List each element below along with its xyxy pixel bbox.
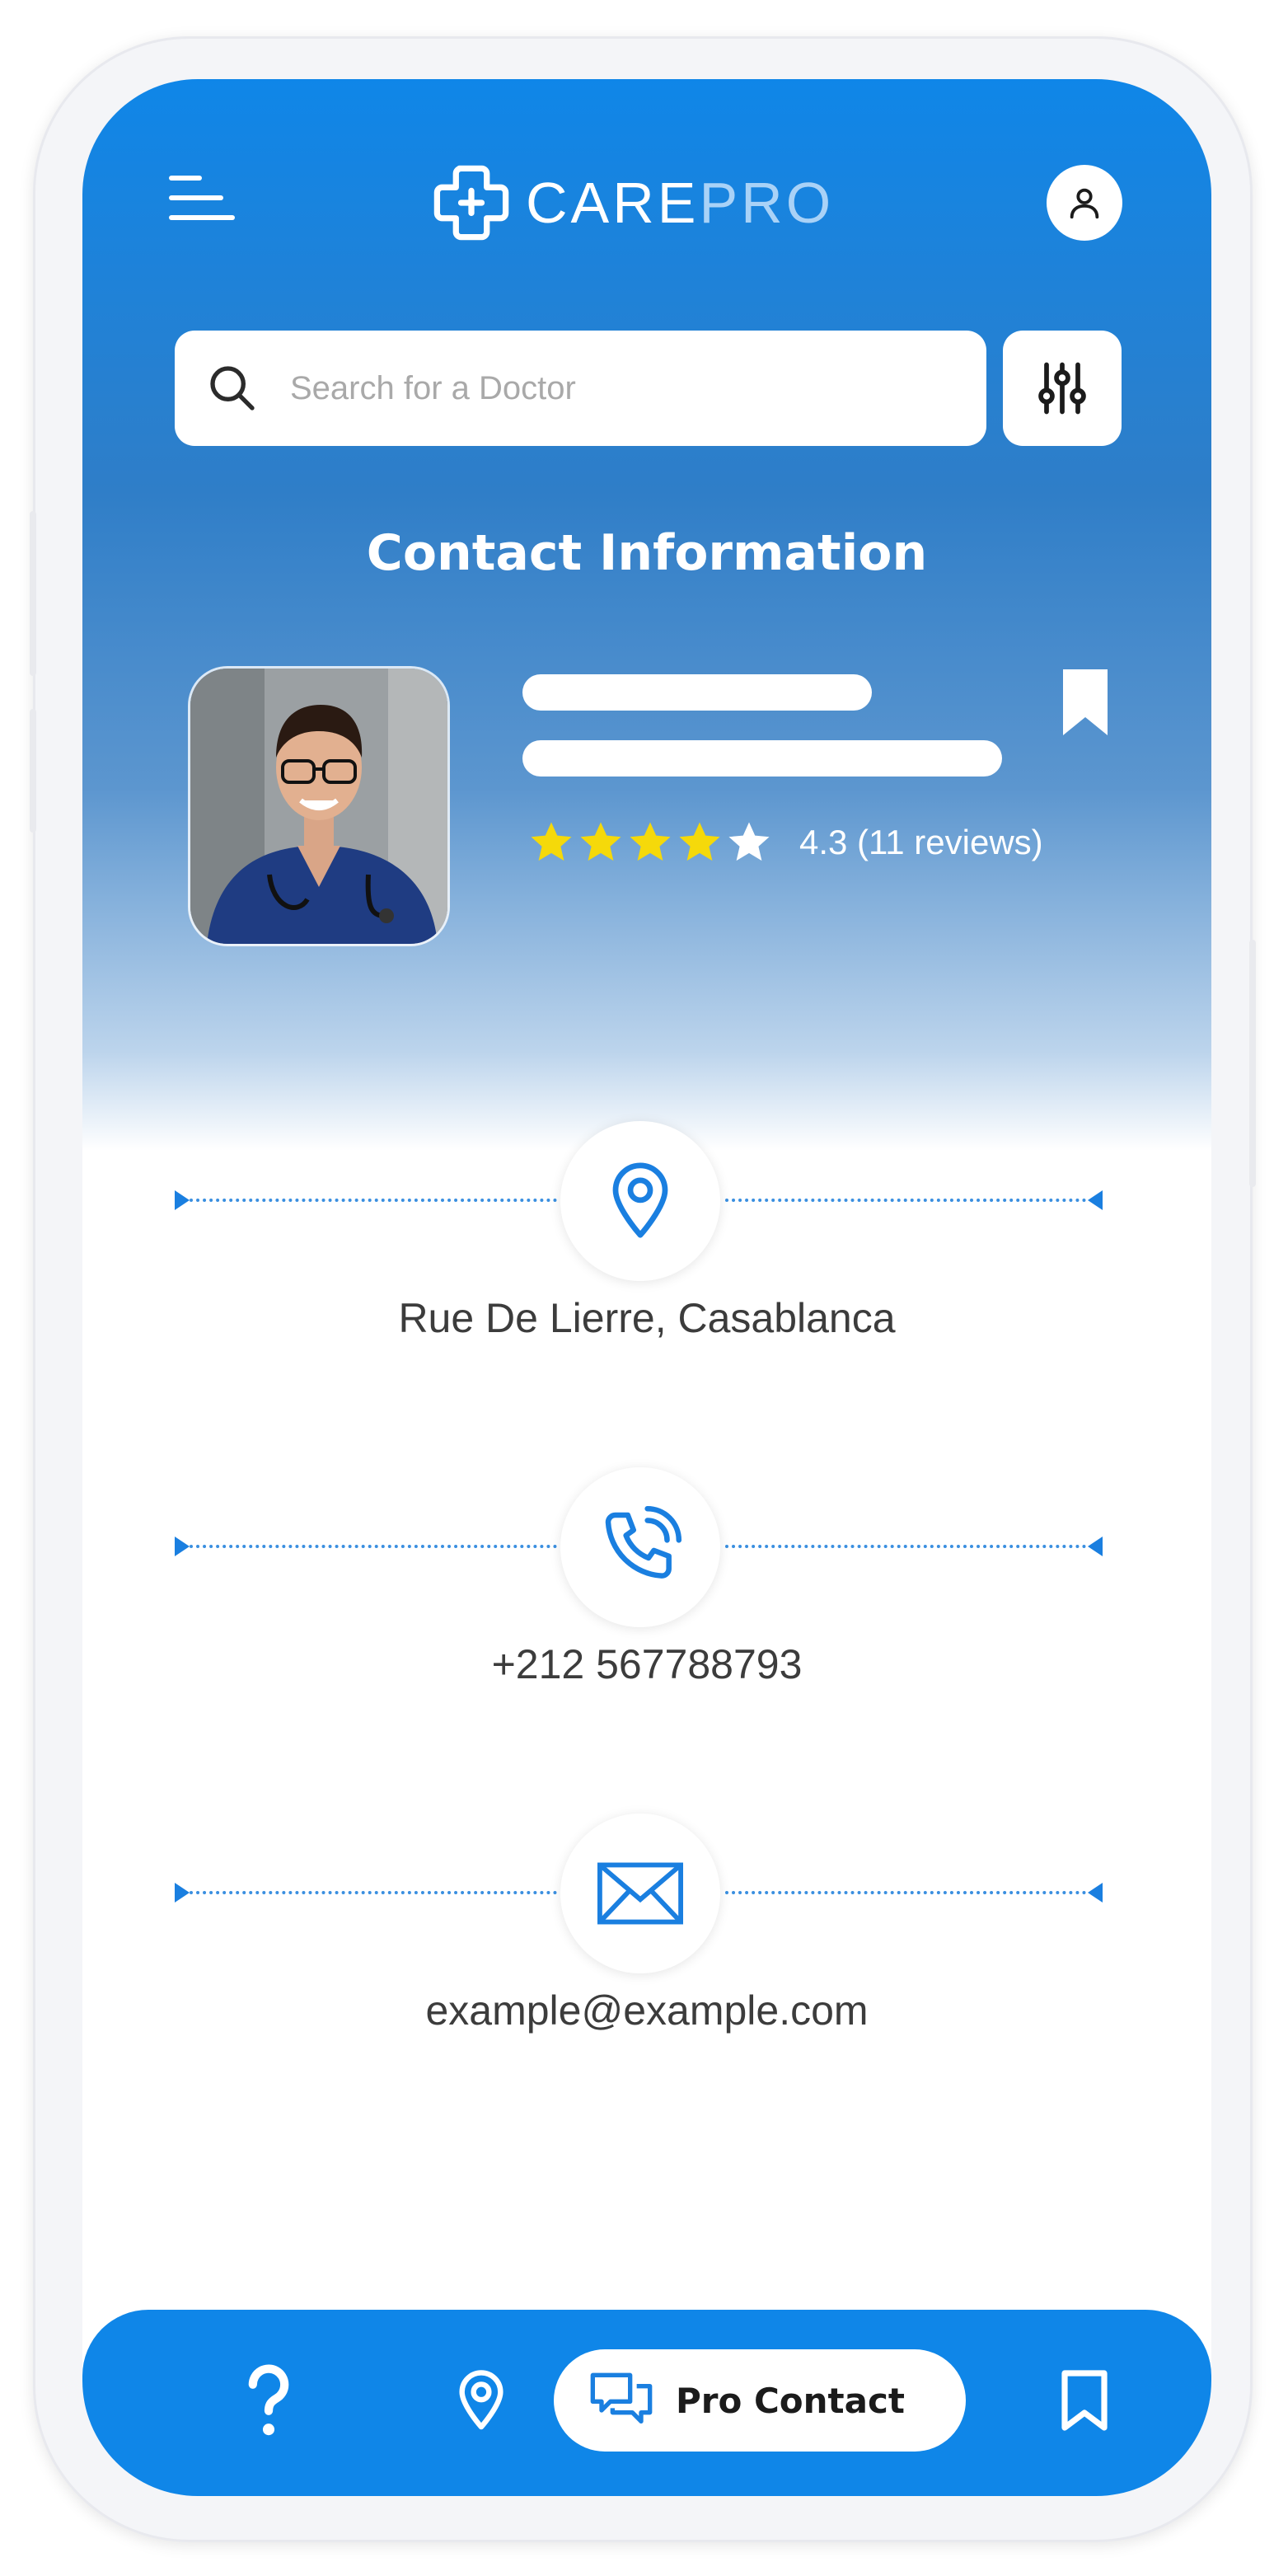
contact-phone-row: +212 567788793 [82,1467,1211,1731]
bottom-navigation: Pro Contact [82,2310,1211,2496]
brand-name-secondary: PRO [699,171,835,235]
search-bar [175,331,986,446]
nav-bookmark-button[interactable] [1043,2359,1126,2442]
rating-text: 4.3 (11 reviews) [799,823,1043,861]
hamburger-menu-icon-line [169,195,223,200]
phone-side-button [30,709,36,833]
email-icon-button[interactable] [560,1814,720,1973]
divider-line-right [725,1199,1086,1202]
address-text[interactable]: Rue De Lierre, Casablanca [82,1294,1211,1342]
star-filled-icon [630,822,671,861]
divider-arrow-right [1088,1537,1103,1556]
bookmark-icon [1061,2370,1108,2431]
divider-line-left [190,1545,557,1548]
nav-help-button[interactable] [227,2359,310,2442]
star-filled-icon [580,822,621,861]
phone-volume-button [30,511,36,676]
divider-line-right [725,1891,1086,1894]
location-pin-icon [459,2370,503,2430]
nav-pro-contact-label: Pro Contact [676,2380,905,2421]
divider-arrow-left [175,1537,190,1556]
menu-button[interactable] [169,172,235,223]
divider-line-left [190,1199,557,1202]
medical-cross-icon [433,165,509,241]
nav-pro-contact-button[interactable]: Pro Contact [554,2349,966,2452]
divider-arrow-right [1088,1883,1103,1903]
rating-stars [527,819,775,866]
star-filled-icon [679,822,720,861]
search-icon [210,366,255,411]
phone-power-button [1249,940,1256,1187]
star-filled-icon [531,822,572,861]
contact-email-row: example@example.com [82,1814,1211,2077]
brand-name-primary: CARE [526,171,700,235]
nav-location-button[interactable] [440,2359,522,2442]
doctor-name-placeholder [522,674,872,711]
doctor-specialty-placeholder [522,740,1002,777]
sliders-icon [1038,362,1086,415]
divider-line-right [725,1545,1086,1548]
mail-icon [597,1862,683,1925]
divider-arrow-left [175,1883,190,1903]
brand-logo: CAREPRO [429,162,834,244]
phone-text[interactable]: +212 567788793 [82,1640,1211,1688]
user-icon [1070,188,1099,219]
profile-button[interactable] [1047,165,1122,241]
address-icon-button[interactable] [560,1121,720,1281]
search-input[interactable] [288,368,934,408]
email-text[interactable]: example@example.com [82,1987,1211,2034]
star-empty-icon [728,822,770,861]
brand-name: CAREPRO [526,170,834,236]
location-pin-icon [612,1162,668,1238]
page-title: Contact Information [366,524,928,582]
hamburger-menu-icon-line [169,215,235,220]
divider-arrow-right [1088,1190,1103,1210]
help-icon [248,2364,289,2436]
hamburger-menu-icon [169,176,202,181]
doctor-portrait-image [190,669,447,944]
phone-icon [605,1505,682,1579]
phone-icon-button[interactable] [560,1467,720,1627]
bookmark-icon[interactable] [1063,669,1108,735]
divider-arrow-left [175,1190,190,1210]
doctor-photo [188,666,450,946]
chat-icon [590,2372,653,2424]
contact-address-row: Rue De Lierre, Casablanca [82,1121,1211,1385]
app-screen: CAREPRO Contact Information [82,79,1211,2496]
divider-line-left [190,1891,557,1894]
filter-button[interactable] [1003,331,1122,446]
